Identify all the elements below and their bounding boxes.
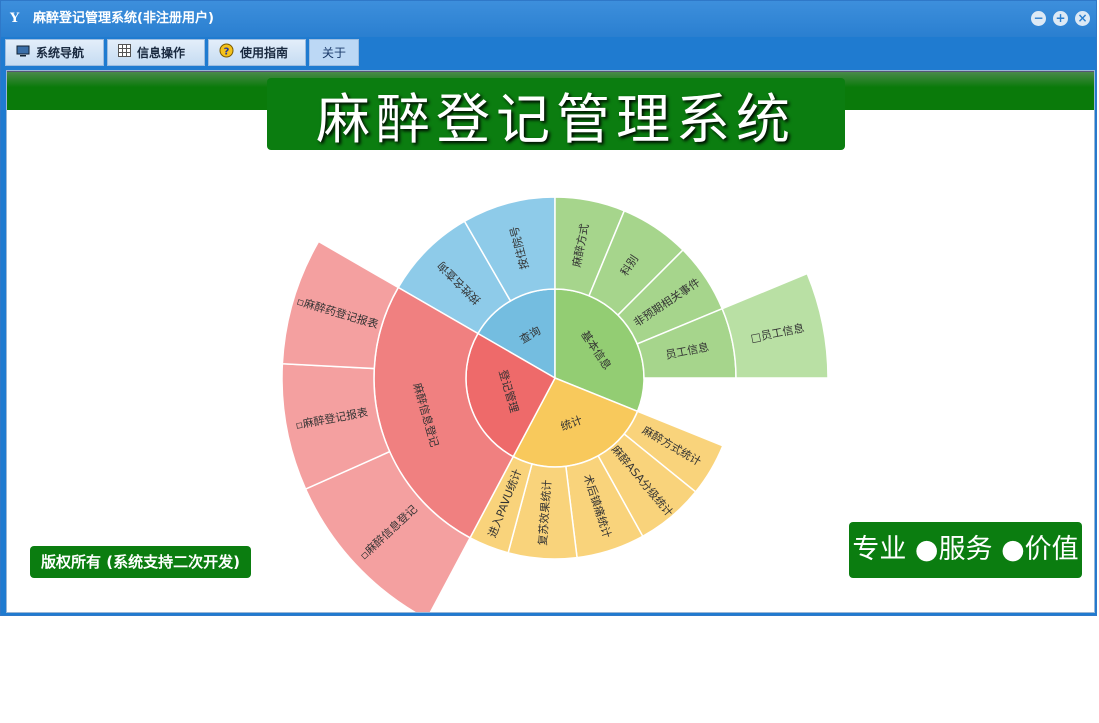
svg-text:?: ? [224,47,230,58]
content-area: 麻醉登记管理系统 查询 基本信息 统计 登记管理 按姓名查询 按住院号 麻醉方式 科别 非预期相… [6,70,1095,613]
slogan-badge: 专业 ●服务 ●价值 [849,522,1082,578]
menu-bar: 系统导航 信息操作 ? 使用指南 关于 [1,37,1096,66]
restore-button[interactable]: + [1053,11,1068,26]
monitor-icon [16,45,30,61]
window-title: 麻醉登记管理系统(非注册用户) [33,11,214,26]
menu-label: 系统导航 [36,46,85,60]
menu-user-guide[interactable]: ? 使用指南 [208,39,306,66]
main-window: Y 麻醉登记管理系统(非注册用户) − + × 系统导航 信息操作 ? 使用指南… [0,0,1097,616]
close-button[interactable]: × [1075,11,1090,26]
menu-system-navigation[interactable]: 系统导航 [5,39,104,66]
menu-about[interactable]: 关于 [309,39,359,66]
title-bar[interactable]: Y 麻醉登记管理系统(非注册用户) − + × [1,1,1096,37]
app-logo-icon: Y [10,11,20,26]
menu-info-operation[interactable]: 信息操作 [107,39,205,66]
grid-icon [118,44,131,61]
menu-label: 信息操作 [137,46,186,60]
minimize-button[interactable]: − [1031,11,1046,26]
menu-label: 使用指南 [240,46,289,60]
help-icon: ? [219,43,234,62]
sunburst-outer-segment[interactable] [721,272,829,379]
copyright-badge: 版权所有 (系统支持二次开发) [30,546,251,578]
menu-label: 关于 [321,46,346,60]
